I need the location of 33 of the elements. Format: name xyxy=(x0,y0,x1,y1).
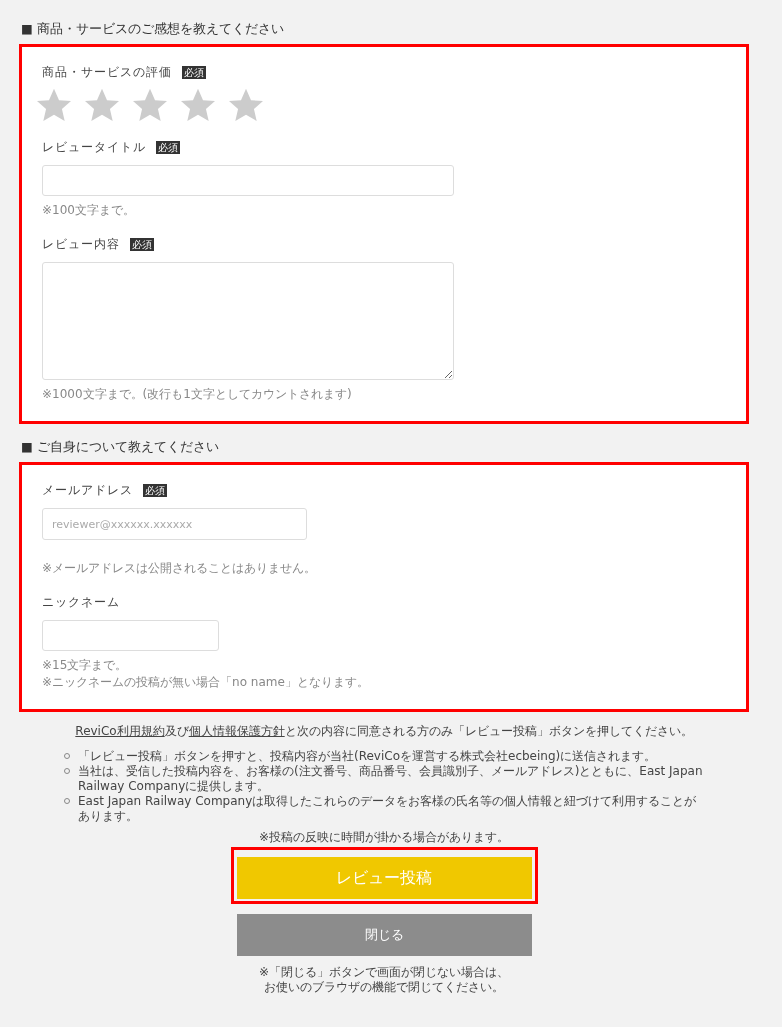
agreement-text: ReviCo利用規約及び個人情報保護方針と次の内容に同意される方のみ「レビュー投稿」ボタンを押してください。 xyxy=(74,724,694,739)
text-field[interactable] xyxy=(42,620,219,651)
term-text: 「レビュー投稿」ボタンを押すと、投稿内容が当社(ReviCoを運営する株式会社ecbeing)に送信されます。 xyxy=(78,749,657,764)
note-text: ※投稿の反映に時間が掛かる場合があります。 xyxy=(257,830,511,845)
star-icon[interactable] xyxy=(229,88,263,122)
star-icon[interactable] xyxy=(181,88,215,122)
hint-text: ※15文字まで。 xyxy=(42,657,129,674)
field-label: ニックネーム xyxy=(42,595,120,610)
section-heading: ■ 商品・サービスのご感想を教えてください xyxy=(21,21,284,38)
hint-text: ※1000文字まで。(改行も1文字としてカウントされます) xyxy=(42,386,353,403)
term-text: 当社は、受信した投稿内容を、お客様の(注文番号、商品番号、会員識別子、メールアドレス)とともに、East Japan Railway Companyに提供します。 xyxy=(78,764,704,794)
field-label: レビュー内容 xyxy=(42,237,120,252)
required-badge: 必須 xyxy=(130,238,154,251)
star-icon[interactable] xyxy=(85,88,119,122)
required-badge: 必須 xyxy=(143,484,167,497)
email-field[interactable]: reviewer@xxxxxx.xxxxxx xyxy=(42,508,307,540)
text-area[interactable] xyxy=(42,262,454,380)
section-heading: ■ ご自身について教えてください xyxy=(21,439,219,456)
hint-text: ※100文字まで。 xyxy=(42,202,136,219)
star-icon[interactable] xyxy=(37,88,71,122)
hint-text: ※ニックネームの投稿が無い場合「no name」となります。 xyxy=(42,674,370,691)
required-badge: 必須 xyxy=(182,66,206,79)
field-label: レビュータイトル xyxy=(42,140,146,155)
close-note: ※「閉じる」ボタンで画面が閉じない場合は、 お使いのブラウザの機能で閉じてください。 xyxy=(258,965,510,995)
text-field[interactable] xyxy=(42,165,454,196)
field-label: 商品・サービスの評価 xyxy=(42,65,172,80)
star-icon[interactable] xyxy=(133,88,167,122)
terms-link[interactable]: 個人情報保護方針 xyxy=(188,724,285,738)
terms-link[interactable]: ReviCo利用規約 xyxy=(75,724,165,738)
required-badge: 必須 xyxy=(156,141,180,154)
hint-text: ※メールアドレスは公開されることはありません。 xyxy=(42,560,318,577)
term-text: East Japan Railway Companyは取得したこれらのデータをお客様の氏名等の個人情報と紐づけて利用することがあります。 xyxy=(78,794,698,824)
field-label: メールアドレス xyxy=(42,483,133,498)
